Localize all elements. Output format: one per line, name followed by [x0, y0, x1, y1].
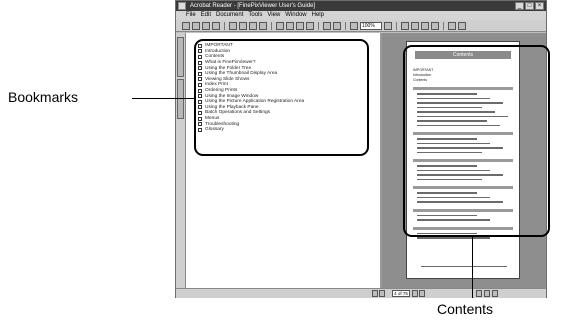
first-page-button[interactable] — [372, 290, 378, 297]
zoom-tool-icon[interactable] — [249, 21, 257, 30]
app-icon — [178, 2, 186, 10]
window-title: Acrobat Reader - [FinePixViewer User's G… — [190, 3, 316, 9]
last-page-button[interactable] — [419, 290, 425, 297]
toolbar-separator — [224, 21, 225, 30]
zoom-field[interactable]: 100% — [360, 21, 382, 30]
title-bar[interactable]: Acrobat Reader - [FinePixViewer User's G… — [176, 1, 546, 11]
first-page-icon[interactable] — [276, 21, 284, 30]
previous-page-button[interactable] — [379, 290, 385, 297]
contents-label: Contents — [437, 301, 494, 317]
tab-thumbnails[interactable] — [177, 79, 184, 119]
page-indicator[interactable]: 4 of 75 — [392, 290, 410, 297]
single-page-button[interactable] — [476, 290, 482, 297]
previous-page-icon[interactable] — [286, 21, 294, 30]
menu-tools[interactable]: Tools — [248, 11, 262, 20]
toolbar-separator — [271, 21, 272, 30]
help-icon[interactable] — [458, 21, 466, 30]
bookmarks-callout-outline — [194, 39, 369, 156]
toolbar: 100% — [176, 20, 546, 32]
menu-document[interactable]: Document — [216, 11, 243, 20]
menu-view[interactable]: View — [267, 11, 280, 20]
window-controls: _ □ × — [515, 2, 544, 10]
menu-help[interactable]: Help — [312, 11, 324, 20]
fit-width-icon[interactable] — [421, 21, 429, 30]
open-icon[interactable] — [182, 21, 190, 30]
search-icon[interactable] — [448, 21, 456, 30]
maximize-button[interactable]: □ — [525, 2, 534, 10]
zoom-in-icon[interactable] — [384, 21, 392, 30]
status-bar: 4 of 75 — [176, 288, 546, 298]
toolbar-separator — [396, 21, 397, 30]
contents-leader-line — [472, 237, 473, 298]
tab-bookmarks[interactable] — [177, 37, 184, 77]
page-footer-rule — [421, 266, 507, 267]
navigation-tab-strip — [176, 33, 186, 288]
continuous-button[interactable] — [484, 290, 490, 297]
menu-bar: File Edit Document Tools View Window Hel… — [176, 11, 546, 20]
print-icon[interactable] — [202, 21, 210, 30]
menu-file[interactable]: File — [186, 11, 196, 20]
close-button[interactable]: × — [535, 2, 544, 10]
actual-size-icon[interactable] — [401, 21, 409, 30]
go-forward-icon[interactable] — [333, 21, 341, 30]
hand-tool-icon[interactable] — [239, 21, 247, 30]
minimize-button[interactable]: _ — [515, 2, 524, 10]
rotate-icon[interactable] — [431, 21, 439, 30]
save-icon[interactable] — [192, 21, 200, 30]
fit-page-icon[interactable] — [411, 21, 419, 30]
email-icon[interactable] — [212, 21, 220, 30]
toolbar-separator — [443, 21, 444, 30]
bookmarks-label: Bookmarks — [8, 89, 79, 105]
bookmarks-leader-line — [132, 98, 196, 99]
select-text-icon[interactable] — [259, 21, 267, 30]
contents-callout-outline — [403, 45, 550, 237]
menu-edit[interactable]: Edit — [201, 11, 211, 20]
facing-button[interactable] — [492, 290, 498, 297]
show-hide-navigation-icon[interactable] — [229, 21, 237, 30]
next-page-button[interactable] — [412, 290, 418, 297]
toolbar-separator — [318, 21, 319, 30]
go-back-icon[interactable] — [323, 21, 331, 30]
toolbar-separator — [345, 21, 346, 30]
last-page-icon[interactable] — [306, 21, 314, 30]
menu-window[interactable]: Window — [285, 11, 306, 20]
next-page-icon[interactable] — [296, 21, 304, 30]
toc-entry-line — [417, 237, 490, 239]
zoom-out-icon[interactable] — [350, 21, 358, 30]
